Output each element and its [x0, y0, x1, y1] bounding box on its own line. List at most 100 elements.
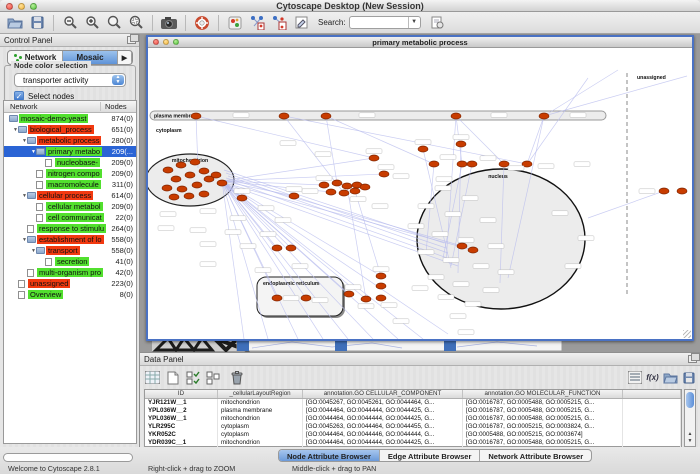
import-icon[interactable]: [427, 13, 449, 32]
network-node[interactable]: [429, 161, 439, 167]
table-cell[interactable]: mitochondrion: [218, 399, 303, 407]
table-cell[interactable]: mitochondrion: [218, 415, 303, 423]
network-node[interactable]: [457, 243, 467, 249]
network-node[interactable]: [418, 146, 428, 152]
network-node[interactable]: [360, 184, 370, 190]
network-node[interactable]: [659, 188, 669, 194]
delete-attribute-icon[interactable]: [228, 369, 245, 386]
table-cell[interactable]: cytoplasm: [218, 431, 303, 439]
table-cell[interactable]: [GO:0045263, GO:0044464, GO:0044455, G..…: [303, 423, 463, 431]
network-node[interactable]: [376, 295, 386, 301]
table-column-header[interactable]: annotation.GO MOLECULAR_FUNCTION: [463, 390, 623, 398]
network-node[interactable]: [190, 159, 200, 165]
table-cell[interactable]: YKR052C: [145, 431, 218, 439]
snapshot-icon[interactable]: [158, 13, 180, 32]
tree-row[interactable]: Overview8(0): [4, 289, 136, 300]
compartment-plasma-membrane[interactable]: [150, 111, 606, 120]
tree-col-network[interactable]: Network: [10, 102, 38, 111]
tree-row[interactable]: ▼transport558(0): [4, 245, 136, 256]
table-cell[interactable]: [GO:0016787, GO:0005488, GO:0005215, G..…: [463, 415, 623, 423]
attribute-list-icon[interactable]: [626, 369, 643, 386]
table-row[interactable]: YKR052Ccytoplasm[GO:0044464, GO:0044446,…: [145, 431, 681, 439]
table-cell[interactable]: [GO:0016787, GO:0005215, GO:0003824, G..…: [463, 423, 623, 431]
export-table-icon[interactable]: [680, 369, 697, 386]
tree-row[interactable]: mosaic-demo-yeast874(0): [4, 113, 136, 124]
table-column-header[interactable]: _cellularLayoutRegion: [218, 390, 303, 398]
network-node[interactable]: [286, 245, 296, 251]
function-builder-icon[interactable]: f(x): [644, 369, 661, 386]
network-node[interactable]: [539, 113, 549, 119]
network-node[interactable]: [332, 180, 342, 186]
table-cell[interactable]: [GO:0044464, GO:0044444, GO:0044425, G..…: [303, 439, 463, 447]
network-node[interactable]: [361, 296, 371, 302]
table-cell[interactable]: [GO:0044464, GO:0044446, GO:0044444, G..…: [303, 431, 463, 439]
network-node[interactable]: [379, 171, 389, 177]
table-mode-icon[interactable]: [144, 369, 161, 386]
network-node[interactable]: [677, 188, 687, 194]
table-cell[interactable]: mitochondrion: [218, 439, 303, 447]
table-row[interactable]: YPL036W__2plasma membrane[GO:0044464, GO…: [145, 407, 681, 415]
tree-row[interactable]: ▼establishment of lo558(0): [4, 234, 136, 245]
network-node[interactable]: [457, 161, 467, 167]
network-node[interactable]: [326, 189, 336, 195]
tree-row[interactable]: unassigned223(0): [4, 278, 136, 289]
network-node[interactable]: [199, 168, 209, 174]
scroll-down-icon[interactable]: ▼: [685, 438, 695, 445]
network-node[interactable]: [301, 295, 311, 301]
import-table-icon[interactable]: [662, 369, 679, 386]
network-window-titlebar[interactable]: primary metabolic process: [148, 37, 692, 48]
resize-grip[interactable]: [683, 330, 691, 338]
tree-row[interactable]: multi-organism pro42(0): [4, 267, 136, 278]
zoom-fit-icon[interactable]: [125, 13, 147, 32]
network-node[interactable]: [350, 188, 360, 194]
network-node[interactable]: [184, 193, 194, 199]
annotation-icon[interactable]: [290, 13, 312, 32]
tab-edge-attribute-browser[interactable]: Edge Attribute Browser: [380, 450, 480, 461]
network-node[interactable]: [376, 273, 386, 279]
node-color-dropdown[interactable]: transporter activity ▲▼: [14, 73, 126, 87]
tree-row[interactable]: response to stimulu264(0): [4, 223, 136, 234]
network-node[interactable]: [177, 186, 187, 192]
network-node[interactable]: [289, 193, 299, 199]
network-node[interactable]: [369, 155, 379, 161]
table-cell[interactable]: [GO:0016787, GO:0005488, GO:0005215, G..…: [463, 399, 623, 407]
chevron-down-icon[interactable]: ▼: [408, 17, 420, 28]
table-column-header[interactable]: ID: [145, 390, 218, 398]
network-node[interactable]: [499, 161, 509, 167]
network-node[interactable]: [339, 190, 349, 196]
table-row[interactable]: YLR295Ccytoplasm[GO:0045263, GO:0044464,…: [145, 423, 681, 431]
table-row[interactable]: YDR039C__1mitochondrion[GO:0044464, GO:0…: [145, 439, 681, 447]
tab-network-attribute-browser[interactable]: Network Attribute Browser: [480, 450, 591, 461]
table-cell[interactable]: [GO:0044464, GO:0044444, GO:0044425, G..…: [303, 407, 463, 415]
network-node[interactable]: [162, 185, 172, 191]
network-node[interactable]: [169, 194, 179, 200]
table-cell[interactable]: plasma membrane: [218, 407, 303, 415]
network-node[interactable]: [176, 162, 186, 168]
vizmapper-icon[interactable]: [224, 13, 246, 32]
table-cell[interactable]: YPL036W__1: [145, 415, 218, 423]
network-node[interactable]: [211, 172, 221, 178]
tree-row[interactable]: macromolecule311(0): [4, 179, 136, 190]
network-node[interactable]: [272, 295, 282, 301]
select-attributes-icon[interactable]: [184, 369, 201, 386]
table-cell[interactable]: [GO:0044464, GO:0044444, GO:0044425, G..…: [303, 415, 463, 423]
table-cell[interactable]: YDR039C__1: [145, 439, 218, 447]
tree-row[interactable]: ▼biological_process651(0): [4, 124, 136, 135]
save-icon[interactable]: [26, 13, 48, 32]
tree-row[interactable]: nitrogen compo209(0): [4, 168, 136, 179]
table-cell[interactable]: YJR121W__1: [145, 399, 218, 407]
tree-row[interactable]: nucleobase-209(0): [4, 157, 136, 168]
zoom-in-icon[interactable]: [81, 13, 103, 32]
table-cell[interactable]: [GO:0005488, GO:0005215, GO:0003674]: [463, 431, 623, 439]
tree-row[interactable]: ▼metabolic process280(0): [4, 135, 136, 146]
layout-a-icon[interactable]: [246, 13, 268, 32]
open-icon[interactable]: [4, 13, 26, 32]
network-node[interactable]: [467, 161, 477, 167]
table-column-header[interactable]: annotation.GO CELLULAR_COMPONENT: [303, 390, 463, 398]
unselect-attributes-icon[interactable]: [204, 369, 221, 386]
network-node[interactable]: [468, 247, 478, 253]
table-cell[interactable]: [GO:0016787, GO:0005488, GO:0005215, G..…: [463, 439, 623, 447]
network-node[interactable]: [319, 182, 329, 188]
table-cell[interactable]: [GO:0045267, GO:0045261, GO:0044464, G..…: [303, 399, 463, 407]
help-icon[interactable]: [191, 13, 213, 32]
